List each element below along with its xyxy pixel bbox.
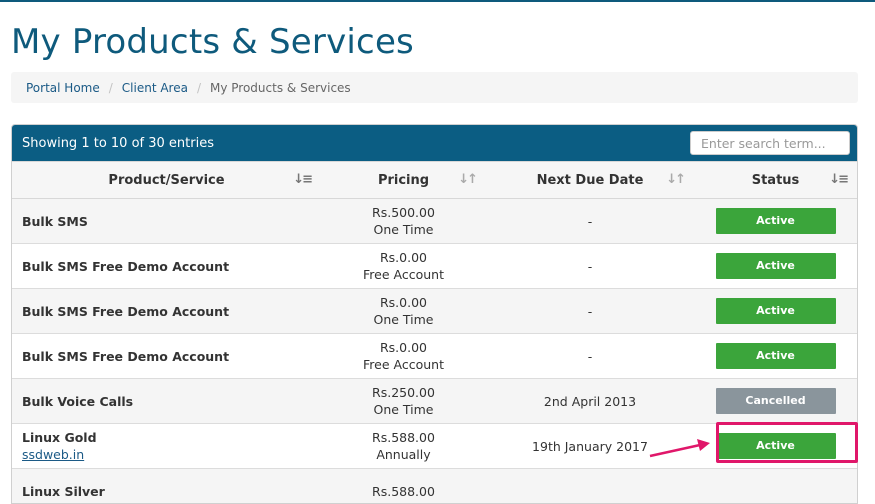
table-header-bar: Showing 1 to 10 of 30 entries (12, 125, 857, 161)
breadcrumb-separator: / (109, 81, 113, 95)
billing-cycle: One Time (373, 312, 433, 327)
search-input[interactable] (690, 131, 850, 155)
price-amount: Rs.500.00 (372, 205, 435, 220)
column-header-product[interactable]: Product/Service ↓≡ (12, 162, 321, 199)
product-cell: Bulk SMS Free Demo Account (12, 289, 321, 334)
status-cell: Active (694, 334, 857, 379)
column-label: Status (752, 173, 800, 188)
status-cell: Active (694, 244, 857, 289)
column-header-due-date[interactable]: Next Due Date ↓↑ (486, 162, 694, 199)
page-title: My Products & Services (11, 22, 414, 62)
column-label: Next Due Date (537, 173, 644, 188)
pricing-cell: Rs.0.00 One Time (321, 289, 486, 334)
billing-cycle: One Time (373, 402, 433, 417)
due-date-cell (486, 469, 694, 504)
product-name: Bulk SMS (22, 214, 88, 229)
pricing-cell: Rs.500.00 One Time (321, 199, 486, 244)
price-amount: Rs.0.00 (380, 295, 427, 310)
product-name: Bulk SMS Free Demo Account (22, 259, 229, 274)
status-cell (694, 469, 857, 504)
due-date-cell: - (486, 334, 694, 379)
product-cell: Bulk SMS Free Demo Account (12, 244, 321, 289)
product-cell: Bulk Voice Calls (12, 379, 321, 424)
price-amount: Rs.588.00 (372, 430, 435, 445)
product-cell: Bulk SMS Free Demo Account (12, 334, 321, 379)
price-amount: Rs.0.00 (380, 250, 427, 265)
column-label: Product/Service (108, 173, 224, 188)
status-cell: Cancelled (694, 379, 857, 424)
status-badge: Active (716, 208, 836, 234)
table-row[interactable]: Bulk SMS Free Demo Account Rs.0.00 One Ti… (12, 289, 857, 334)
due-date-cell: 2nd April 2013 (486, 379, 694, 424)
breadcrumb-client-area[interactable]: Client Area (122, 81, 188, 95)
billing-cycle: Annually (376, 447, 430, 462)
status-cell: Active (694, 289, 857, 334)
billing-cycle: Free Account (363, 357, 444, 372)
product-cell: Bulk SMS (12, 199, 321, 244)
top-rule (0, 0, 875, 2)
column-header-status[interactable]: Status ↓≡ (694, 162, 857, 199)
pricing-cell: Rs.588.00 Annually (321, 424, 486, 469)
table-row[interactable]: Bulk Voice Calls Rs.250.00 One Time 2nd A… (12, 379, 857, 424)
due-date-cell: - (486, 244, 694, 289)
arrow-annotation-icon (648, 436, 712, 460)
due-date-cell: - (486, 199, 694, 244)
pricing-cell: Rs.0.00 Free Account (321, 334, 486, 379)
billing-cycle: Free Account (363, 267, 444, 282)
table-row[interactable]: Bulk SMS Free Demo Account Rs.0.00 Free A… (12, 244, 857, 289)
product-name: Bulk SMS Free Demo Account (22, 304, 229, 319)
product-name: Linux Gold (22, 430, 97, 445)
product-name: Bulk Voice Calls (22, 394, 133, 409)
product-cell: Linux Goldssdweb.in (12, 424, 321, 469)
table-row[interactable]: Linux Silver Rs.588.00 (12, 469, 857, 504)
column-label: Pricing (378, 173, 429, 188)
sort-icon: ↓↑ (458, 172, 476, 187)
due-date-cell: - (486, 289, 694, 334)
sort-icon: ↓≡ (293, 172, 311, 187)
product-name: Bulk SMS Free Demo Account (22, 349, 229, 364)
entries-info: Showing 1 to 10 of 30 entries (22, 136, 214, 151)
status-badge: Active (716, 298, 836, 324)
pricing-cell: Rs.250.00 One Time (321, 379, 486, 424)
price-amount: Rs.588.00 (372, 484, 435, 499)
domain-link[interactable]: ssdweb.in (22, 446, 321, 463)
breadcrumb: Portal Home / Client Area / My Products … (11, 72, 858, 103)
product-name: Linux Silver (22, 484, 105, 499)
breadcrumb-current: My Products & Services (210, 81, 351, 95)
status-badge: Cancelled (716, 388, 836, 414)
pricing-cell: Rs.588.00 (321, 469, 486, 504)
pricing-cell: Rs.0.00 Free Account (321, 244, 486, 289)
sort-icon: ↓≡ (829, 172, 847, 187)
billing-cycle: One Time (373, 222, 433, 237)
breadcrumb-portal-home[interactable]: Portal Home (26, 81, 100, 95)
price-amount: Rs.0.00 (380, 340, 427, 355)
column-header-pricing[interactable]: Pricing ↓↑ (321, 162, 486, 199)
status-badge: Active (716, 343, 836, 369)
price-amount: Rs.250.00 (372, 385, 435, 400)
annotation-highlight-box (716, 422, 858, 463)
sort-icon: ↓↑ (666, 172, 684, 187)
status-cell: Active (694, 199, 857, 244)
product-cell: Linux Silver (12, 469, 321, 504)
status-badge: Active (716, 253, 836, 279)
breadcrumb-separator: / (197, 81, 201, 95)
table-row[interactable]: Bulk SMS Free Demo Account Rs.0.00 Free A… (12, 334, 857, 379)
table-row[interactable]: Bulk SMS Rs.500.00 One Time - Active (12, 199, 857, 244)
